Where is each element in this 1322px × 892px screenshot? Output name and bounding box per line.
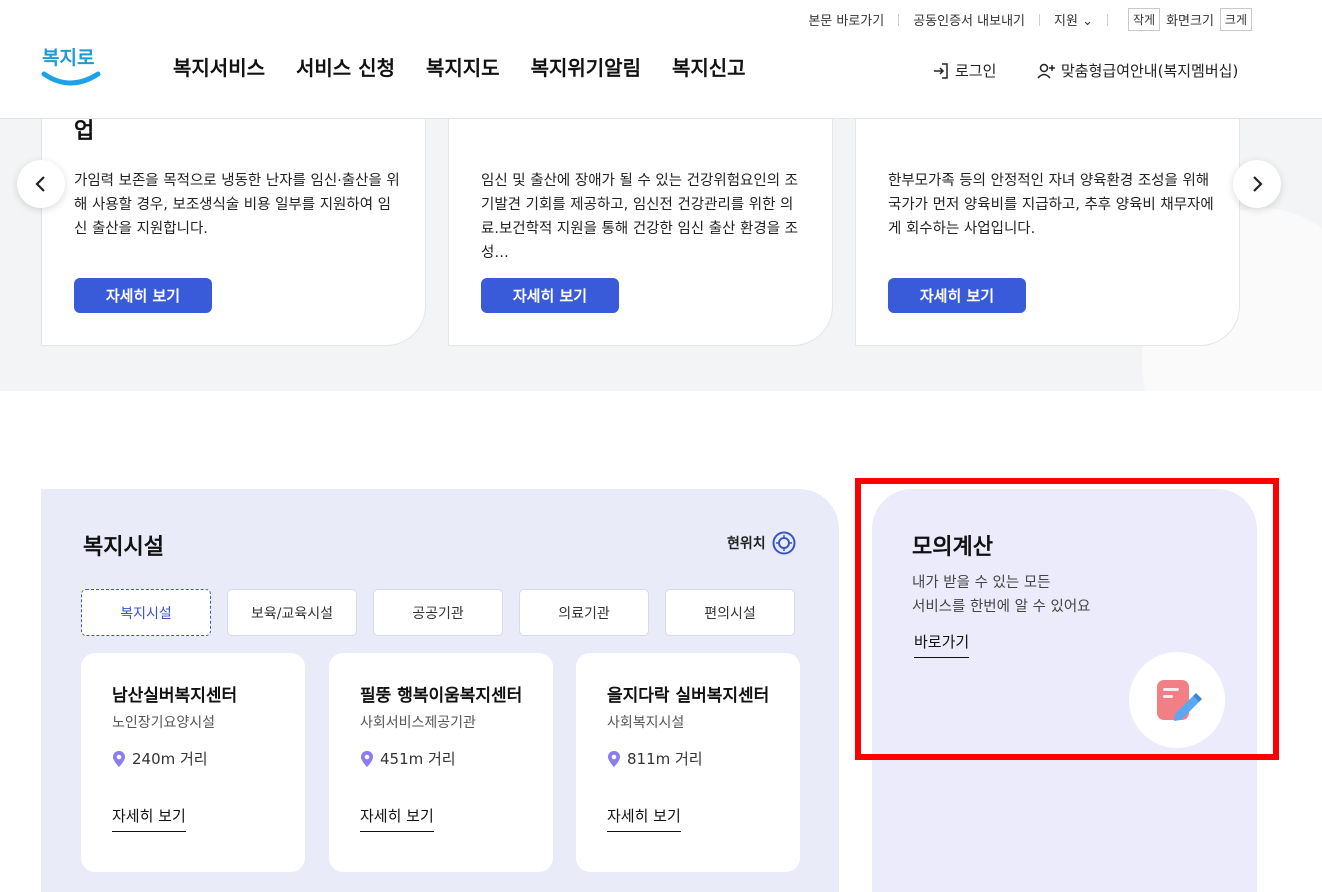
location-pin-icon <box>608 750 620 767</box>
facility-distance: 240m 거리 <box>112 748 208 769</box>
facility-detail-link[interactable]: 자세히 보기 <box>112 805 186 832</box>
calc-go-link[interactable]: 바로가기 <box>914 631 970 658</box>
svg-text:복지로: 복지로 <box>42 47 94 69</box>
chevron-down-icon: ⌄ <box>1082 14 1093 29</box>
calc-desc-line: 서비스를 한번에 알 수 있어요 <box>912 599 1091 615</box>
distance-label: 811m 거리 <box>627 750 703 768</box>
page: 업 가임력 보존을 목적으로 냉동한 난자를 임신·출산을 위해 사용할 경우,… <box>0 0 1322 892</box>
detail-button[interactable]: 자세히 보기 <box>888 278 1026 313</box>
nav-item-report[interactable]: 복지신고 <box>672 52 746 81</box>
service-card: 임신 및 출산에 장애가 될 수 있는 건강위험요인의 조기발견 기회를 제공하… <box>448 118 833 346</box>
divider <box>1039 13 1040 26</box>
login-link[interactable]: 로그인 <box>932 60 996 81</box>
facility-name: 을지다락 실버복지센터 <box>607 686 770 706</box>
site-header: 본문 바로가기 공동인증서 내보내기 지원 ⌄ 작게 화면크기 크게 복지로 복… <box>0 0 1322 119</box>
facility-card: 을지다락 실버복지센터 사회복지시설 811m 거리 자세히 보기 <box>576 653 800 872</box>
memo-pencil-icon <box>1157 680 1202 721</box>
support-menu[interactable]: 지원 ⌄ <box>1054 10 1093 29</box>
nav-item-welfare-service[interactable]: 복지서비스 <box>173 52 265 81</box>
login-label: 로그인 <box>955 62 997 80</box>
facility-type: 사회서비스제공기관 <box>360 715 476 731</box>
facility-distance: 451m 거리 <box>360 748 456 769</box>
cert-export-link[interactable]: 공동인증서 내보내기 <box>913 10 1025 29</box>
calc-desc-line: 내가 받을 수 있는 모든 <box>912 575 1051 591</box>
detail-button[interactable]: 자세히 보기 <box>481 278 619 313</box>
chevron-right-icon <box>1253 176 1263 192</box>
chevron-left-icon <box>35 176 45 192</box>
divider <box>898 13 900 26</box>
calc-illustration <box>1129 652 1225 748</box>
card-title: 업 <box>74 118 404 147</box>
facility-name: 남산실버복지센터 <box>112 686 238 706</box>
card-description: 가임력 보존을 목적으로 냉동한 난자를 임신·출산을 위해 사용할 경우, 보… <box>74 173 400 237</box>
distance-label: 451m 거리 <box>380 750 456 768</box>
tab-medical[interactable]: 의료기관 <box>519 589 649 636</box>
carousel-prev-button[interactable] <box>17 160 65 208</box>
facility-distance: 811m 거리 <box>607 748 703 769</box>
facility-card: 남산실버복지센터 노인장기요양시설 240m 거리 자세히 보기 <box>81 653 305 872</box>
mock-calc-panel: 모의계산 내가 받을 수 있는 모든 서비스를 한번에 알 수 있어요 바로가기 <box>872 489 1257 892</box>
logo-icon: 복지로 <box>41 47 101 86</box>
utility-bar: 본문 바로가기 공동인증서 내보내기 지원 ⌄ 작게 화면크기 크게 <box>808 8 1258 31</box>
target-icon <box>772 531 796 555</box>
membership-link[interactable]: 맞춤형급여안내(복지멤버십) <box>1036 60 1238 81</box>
divider <box>1106 13 1108 26</box>
current-location-button[interactable]: 현위치 <box>727 531 796 555</box>
facility-detail-link[interactable]: 자세히 보기 <box>360 805 434 832</box>
nav-item-service-apply[interactable]: 서비스 신청 <box>296 52 395 81</box>
service-carousel: 업 가임력 보존을 목적으로 냉동한 난자를 임신·출산을 위해 사용할 경우,… <box>0 118 1322 391</box>
service-card: 업 가임력 보존을 목적으로 냉동한 난자를 임신·출산을 위해 사용할 경우,… <box>41 118 426 346</box>
location-pin-icon <box>113 750 125 767</box>
facility-tabs: 복지시설 보육/교육시설 공공기관 의료기관 편의시설 <box>81 589 795 636</box>
support-label: 지원 <box>1054 14 1078 29</box>
calc-title: 모의계산 <box>912 535 993 560</box>
facility-type: 노인장기요양시설 <box>112 715 216 731</box>
facility-card: 필뚱 행복이움복지센터 사회서비스제공기관 451m 거리 자세히 보기 <box>329 653 553 872</box>
facility-detail-link[interactable]: 자세히 보기 <box>607 805 681 832</box>
tab-welfare-facility[interactable]: 복지시설 <box>81 589 211 636</box>
user-add-icon <box>1037 63 1055 79</box>
detail-button[interactable]: 자세히 보기 <box>74 278 212 313</box>
carousel-next-button[interactable] <box>1233 160 1281 208</box>
card-description: 한부모가족 등의 안정적인 자녀 양육환경 조성을 위해 국가가 먼저 양육비를… <box>888 173 1214 237</box>
card-description: 임신 및 출산에 장애가 될 수 있는 건강위험요인의 조기발견 기회를 제공하… <box>481 173 799 261</box>
calc-description: 내가 받을 수 있는 모든 서비스를 한번에 알 수 있어요 <box>912 571 1091 619</box>
login-icon <box>934 62 948 79</box>
card-title-line: 업 <box>74 119 95 144</box>
skip-link[interactable]: 본문 바로가기 <box>808 10 884 29</box>
nav-item-welfare-map[interactable]: 복지지도 <box>426 52 500 81</box>
facility-type: 사회복지시설 <box>607 715 685 731</box>
nav-item-crisis-alert[interactable]: 복지위기알림 <box>531 52 641 81</box>
distance-label: 240m 거리 <box>132 750 208 768</box>
facility-name: 필뚱 행복이움복지센터 <box>360 686 523 706</box>
location-pin-icon <box>361 750 373 767</box>
tab-convenience[interactable]: 편의시설 <box>665 589 795 636</box>
font-small-button[interactable]: 작게 <box>1127 8 1161 31</box>
location-label: 현위치 <box>727 536 766 552</box>
screen-size-label: 화면크기 <box>1166 14 1214 29</box>
site-logo[interactable]: 복지로 <box>40 38 102 94</box>
service-card: 한부모가족 등의 안정적인 자녀 양육환경 조성을 위해 국가가 먼저 양육비를… <box>855 118 1240 346</box>
font-large-button[interactable]: 크게 <box>1219 8 1252 31</box>
tab-childcare-education[interactable]: 보육/교육시설 <box>227 589 357 636</box>
facility-panel: 복지시설 현위치 복지시설 보육/교육시설 공공기관 의료기관 편의시설 남산실… <box>41 489 839 892</box>
main-nav: 복지서비스 서비스 신청 복지지도 복지위기알림 복지신고 <box>173 52 746 81</box>
membership-label: 맞춤형급여안내(복지멤버십) <box>1061 62 1239 80</box>
tab-public-institution[interactable]: 공공기관 <box>373 589 503 636</box>
facility-title: 복지시설 <box>83 535 164 560</box>
